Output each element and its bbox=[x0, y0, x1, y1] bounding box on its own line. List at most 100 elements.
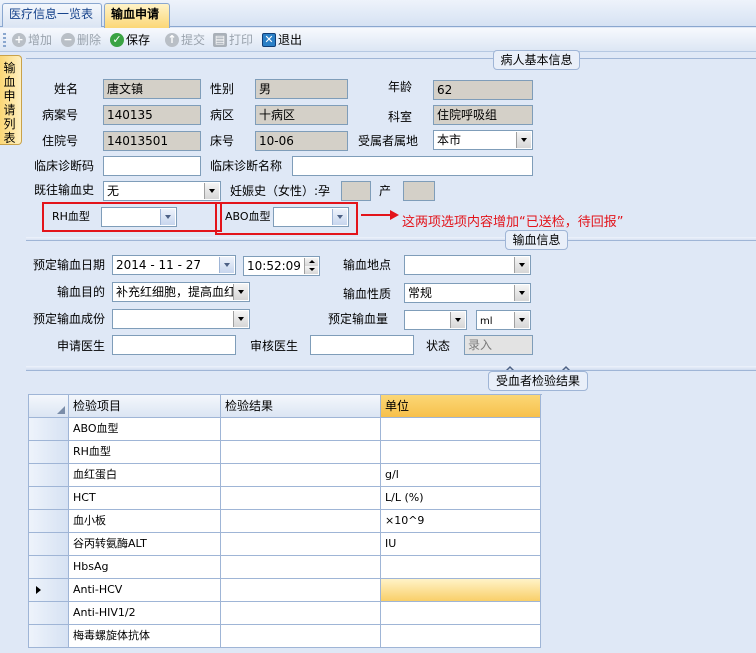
test-result-cell[interactable] bbox=[221, 556, 381, 579]
exit-button[interactable]: ✕ 退出 bbox=[262, 31, 302, 49]
test-result-cell[interactable] bbox=[221, 533, 381, 556]
test-item-cell[interactable]: Anti-HIV1/2 bbox=[69, 602, 221, 625]
unit-cell[interactable] bbox=[381, 556, 541, 579]
unit-cell[interactable]: g/l bbox=[381, 464, 541, 487]
unit-cell[interactable]: ×10^9 bbox=[381, 510, 541, 533]
unit-cell[interactable] bbox=[381, 579, 541, 602]
table-row[interactable]: 谷丙转氨酶ALT IU bbox=[29, 533, 542, 556]
row-selector[interactable] bbox=[29, 556, 69, 579]
table-row[interactable]: 梅毒螺旋体抗体 bbox=[29, 625, 542, 648]
grid-corner-cell[interactable] bbox=[29, 395, 69, 418]
bed-field[interactable]: 10-06 bbox=[255, 131, 348, 151]
table-row[interactable]: ABO血型 bbox=[29, 418, 542, 441]
column-header-test-result[interactable]: 检验结果 bbox=[221, 395, 381, 418]
planned-component-select[interactable] bbox=[112, 309, 250, 329]
unit-cell[interactable]: L/L (%) bbox=[381, 487, 541, 510]
unit-cell[interactable] bbox=[381, 602, 541, 625]
test-item-cell[interactable]: 血小板 bbox=[69, 510, 221, 533]
birth-field[interactable] bbox=[403, 181, 435, 201]
transfusion-history-select[interactable]: 无 bbox=[103, 181, 221, 201]
test-result-cell[interactable] bbox=[221, 441, 381, 464]
test-item-cell[interactable]: 梅毒螺旋体抗体 bbox=[69, 625, 221, 648]
test-result-cell[interactable] bbox=[221, 579, 381, 602]
row-selector[interactable] bbox=[29, 487, 69, 510]
row-selector[interactable] bbox=[29, 510, 69, 533]
age-field[interactable]: 62 bbox=[433, 80, 533, 100]
row-selector[interactable] bbox=[29, 418, 69, 441]
test-item-cell[interactable]: 谷丙转氨酶ALT bbox=[69, 533, 221, 556]
test-result-cell[interactable] bbox=[221, 510, 381, 533]
planned-amount-select[interactable] bbox=[404, 310, 467, 330]
table-row[interactable]: Anti-HIV1/2 bbox=[29, 602, 542, 625]
table-row[interactable]: HbsAg bbox=[29, 556, 542, 579]
unit-cell[interactable] bbox=[381, 625, 541, 648]
chevron-down-icon[interactable] bbox=[450, 312, 465, 328]
tab-transfusion-request[interactable]: 输血申请 bbox=[104, 3, 170, 28]
planned-time-spinner[interactable]: 10:52:09 bbox=[243, 256, 320, 276]
table-row[interactable]: 血小板 ×10^9 bbox=[29, 510, 542, 533]
test-item-cell[interactable]: Anti-HCV bbox=[69, 579, 221, 602]
save-button[interactable]: ✓ 保存 bbox=[110, 31, 150, 49]
chevron-down-icon[interactable] bbox=[514, 257, 529, 273]
table-row[interactable]: 血红蛋白 g/l bbox=[29, 464, 542, 487]
row-selector[interactable] bbox=[29, 441, 69, 464]
table-row[interactable]: HCT L/L (%) bbox=[29, 487, 542, 510]
reviewing-doctor-field[interactable] bbox=[310, 335, 414, 355]
unit-cell[interactable] bbox=[381, 418, 541, 441]
amount-unit-select[interactable]: ml bbox=[476, 310, 531, 330]
chevron-down-icon[interactable] bbox=[514, 312, 529, 328]
chevron-down-icon[interactable] bbox=[204, 183, 219, 199]
table-row[interactable]: Anti-HCV bbox=[29, 579, 542, 602]
test-result-cell[interactable] bbox=[221, 625, 381, 648]
submit-button[interactable]: ↑ 提交 bbox=[165, 31, 205, 49]
residence-select[interactable]: 本市 bbox=[433, 130, 533, 150]
spin-down-icon[interactable] bbox=[304, 266, 318, 274]
side-tab-request-list[interactable]: 输血申请列表 bbox=[0, 55, 22, 145]
transfusion-purpose-select[interactable]: 补充红细胞，提高血红 bbox=[112, 282, 250, 302]
row-selector[interactable] bbox=[29, 625, 69, 648]
chevron-down-icon[interactable] bbox=[233, 284, 248, 300]
test-result-cell[interactable] bbox=[221, 487, 381, 510]
name-field[interactable]: 唐文镇 bbox=[103, 79, 201, 99]
record-no-field[interactable]: 140135 bbox=[103, 105, 201, 125]
unit-cell[interactable]: IU bbox=[381, 533, 541, 556]
chevron-down-icon[interactable] bbox=[516, 132, 531, 148]
test-item-cell[interactable]: ABO血型 bbox=[69, 418, 221, 441]
test-item-cell[interactable]: HCT bbox=[69, 487, 221, 510]
toolbar-grip[interactable] bbox=[3, 33, 6, 47]
status-field[interactable]: 录入 bbox=[464, 335, 533, 355]
test-result-cell[interactable] bbox=[221, 602, 381, 625]
print-button[interactable]: ▤ 打印 bbox=[213, 31, 253, 49]
delete-button[interactable]: − 删除 bbox=[61, 31, 101, 49]
planned-date-picker[interactable]: 2014 - 11 - 27 bbox=[112, 255, 236, 275]
row-selector[interactable] bbox=[29, 464, 69, 487]
chevron-down-icon[interactable] bbox=[219, 257, 234, 273]
test-result-cell[interactable] bbox=[221, 464, 381, 487]
gender-field[interactable]: 男 bbox=[255, 79, 348, 99]
table-row[interactable]: RH血型 bbox=[29, 441, 542, 464]
current-row-indicator[interactable] bbox=[29, 579, 69, 602]
tab-medical-info-list[interactable]: 医疗信息一览表 bbox=[2, 3, 102, 27]
test-item-cell[interactable]: 血红蛋白 bbox=[69, 464, 221, 487]
dept-field[interactable]: 住院呼吸组 bbox=[433, 105, 533, 125]
chevron-down-icon[interactable] bbox=[160, 209, 175, 225]
test-item-cell[interactable]: HbsAg bbox=[69, 556, 221, 579]
pregnancy-field[interactable] bbox=[341, 181, 371, 201]
transfusion-place-select[interactable] bbox=[404, 255, 531, 275]
ward-field[interactable]: 十病区 bbox=[255, 105, 348, 125]
row-selector[interactable] bbox=[29, 533, 69, 556]
test-result-cell[interactable] bbox=[221, 418, 381, 441]
test-item-cell[interactable]: RH血型 bbox=[69, 441, 221, 464]
diagnosis-code-field[interactable] bbox=[103, 156, 201, 176]
chevron-down-icon[interactable] bbox=[332, 209, 347, 225]
admission-no-field[interactable]: 14013501 bbox=[103, 131, 201, 151]
transfusion-nature-select[interactable]: 常规 bbox=[404, 283, 531, 303]
chevron-down-icon[interactable] bbox=[514, 285, 529, 301]
abo-blood-type-select[interactable] bbox=[273, 207, 349, 227]
diagnosis-name-field[interactable] bbox=[292, 156, 533, 176]
unit-cell[interactable] bbox=[381, 441, 541, 464]
row-selector[interactable] bbox=[29, 602, 69, 625]
add-button[interactable]: + 增加 bbox=[12, 31, 52, 49]
chevron-down-icon[interactable] bbox=[233, 311, 248, 327]
spin-up-icon[interactable] bbox=[304, 258, 318, 266]
